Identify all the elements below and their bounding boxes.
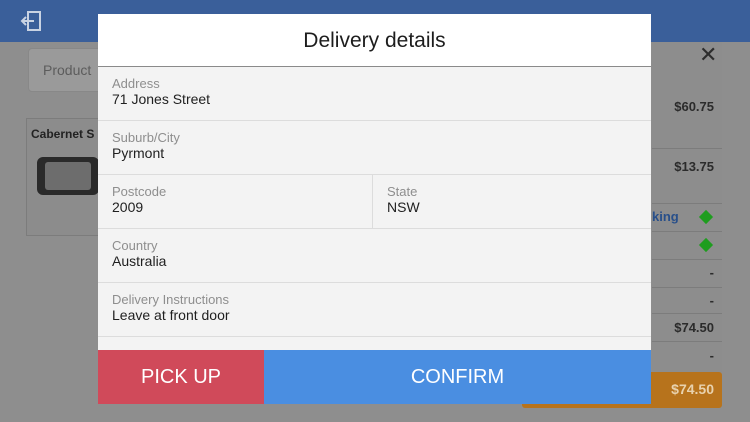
exit-icon[interactable] [20, 10, 42, 32]
summary-value: - [709, 265, 714, 280]
product-image [37, 157, 99, 195]
close-icon[interactable]: ✕ [699, 42, 717, 68]
dialog-title: Delivery details [98, 14, 651, 66]
divider [652, 203, 722, 204]
product-placeholder: Product [43, 62, 92, 78]
suburb-label: Suburb/City [112, 130, 180, 145]
delivery-form: Address 71 Jones Street Suburb/City Pyrm… [98, 67, 651, 350]
suburb-value[interactable]: Pyrmont [112, 145, 164, 161]
state-label: State [387, 184, 418, 199]
postcode-label: Postcode [112, 184, 167, 199]
country-label: Country [112, 238, 158, 253]
summary-total: $74.50 [674, 320, 714, 335]
divider [652, 231, 722, 232]
address-label: Address [112, 76, 160, 91]
summary-value: $60.75 [674, 99, 714, 114]
summary-value: - [709, 293, 714, 308]
confirm-button[interactable]: CONFIRM [264, 350, 651, 404]
instructions-value[interactable]: Leave at front door [112, 307, 230, 323]
delivery-details-dialog: Delivery details Address 71 Jones Street… [98, 14, 651, 404]
address-value[interactable]: 71 Jones Street [112, 91, 210, 107]
divider [652, 287, 722, 288]
product-card[interactable]: Cabernet S [26, 118, 108, 236]
summary-value: $13.75 [674, 159, 714, 174]
postcode-value[interactable]: 2009 [112, 199, 143, 215]
checkout-total: $74.50 [671, 381, 714, 397]
state-field[interactable]: State NSW [373, 175, 651, 229]
divider [652, 341, 722, 342]
address-field[interactable]: Address 71 Jones Street [98, 67, 651, 121]
product-name: Cabernet S [31, 127, 95, 141]
country-field[interactable]: Country Australia [98, 229, 651, 283]
tracking-link[interactable]: king [652, 209, 679, 224]
instructions-label: Delivery Instructions [112, 292, 230, 307]
pick-up-button[interactable]: PICK UP [98, 350, 264, 404]
country-value[interactable]: Australia [112, 253, 166, 269]
postcode-field[interactable]: Postcode 2009 [98, 175, 373, 229]
suburb-field[interactable]: Suburb/City Pyrmont [98, 121, 651, 175]
divider [652, 259, 722, 260]
state-value[interactable]: NSW [387, 199, 420, 215]
summary-value: - [709, 348, 714, 363]
instructions-field[interactable]: Delivery Instructions Leave at front doo… [98, 283, 651, 337]
divider [652, 313, 722, 314]
divider [652, 148, 722, 149]
